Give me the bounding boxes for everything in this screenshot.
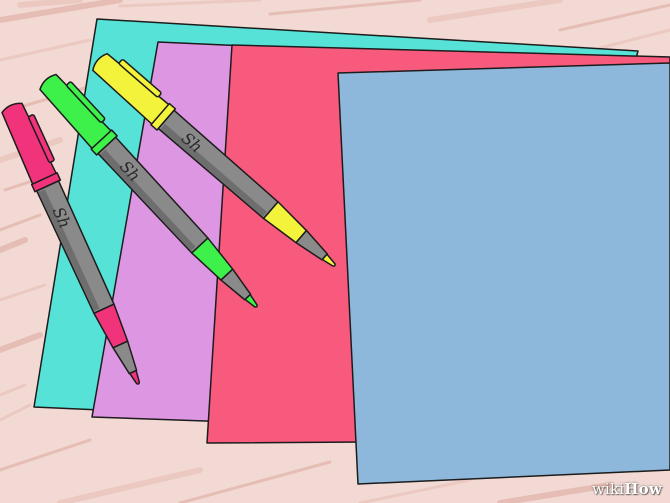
watermark-prefix: wiki [591, 480, 625, 498]
illustration: ShShSh [0, 0, 670, 503]
watermark-suffix: How [624, 480, 662, 498]
wikihow-watermark: wikiHow [592, 482, 662, 497]
blue-sheet [337, 62, 670, 485]
